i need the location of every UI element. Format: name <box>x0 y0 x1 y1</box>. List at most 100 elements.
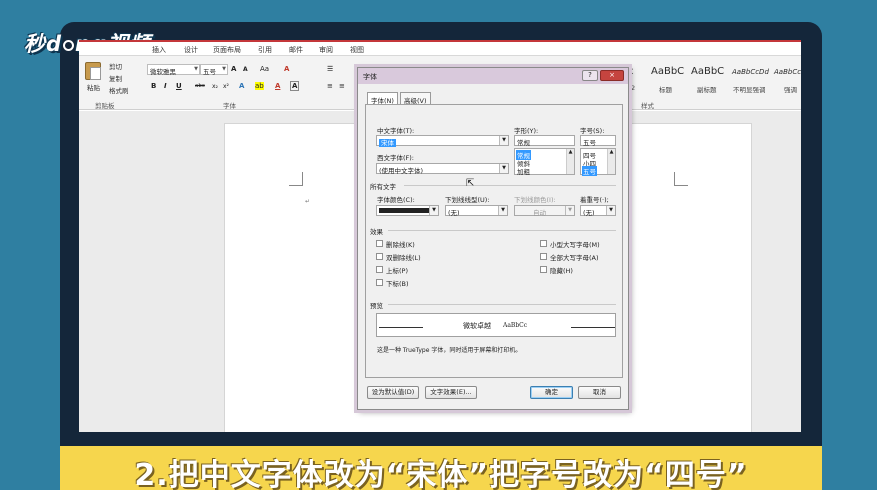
style-subtitle-name: 副标题 <box>697 86 717 94</box>
paste-icon[interactable] <box>85 62 101 80</box>
font-color-swatch <box>379 208 429 213</box>
tab-references[interactable]: 引用 <box>258 45 272 55</box>
mouse-cursor-icon: ⇱ <box>466 178 475 189</box>
tab-mailings[interactable]: 邮件 <box>289 45 303 55</box>
tab-font[interactable]: 字体(N) <box>367 92 398 105</box>
grow-font-button[interactable]: A <box>231 65 236 73</box>
style-subtle-emphasis-sample[interactable]: AaBbCcDd <box>732 68 769 76</box>
font-color-label: 字体颜色(C): <box>377 196 415 204</box>
align-left-icon[interactable]: ≡ <box>327 82 333 90</box>
char-border-button[interactable]: A <box>290 81 300 91</box>
preview-divider <box>388 304 616 305</box>
font-name-combo[interactable]: 微软雅黑 ▼ <box>147 64 200 76</box>
preview-line-right <box>571 327 615 328</box>
small-caps-label: 小型大写字母(M) <box>550 241 600 249</box>
size-option-5[interactable]: 五号 <box>582 166 597 176</box>
hidden-checkbox[interactable] <box>540 266 547 273</box>
small-caps-checkbox[interactable] <box>540 240 547 247</box>
bold-button[interactable]: B <box>151 82 156 90</box>
dialog-titlebar: 字体 ? × <box>358 68 628 84</box>
effects-heading: 效果 <box>370 228 383 236</box>
copy-button[interactable]: 复制 <box>109 73 122 83</box>
caption-bar: 2.把中文字体改为“宋体”把字号改为“四号” <box>60 446 822 490</box>
strikethrough-button[interactable]: abc <box>195 83 205 89</box>
underline-button[interactable]: U <box>176 82 182 90</box>
strikethrough-checkbox[interactable] <box>376 240 383 247</box>
superscript-checkbox[interactable] <box>376 266 383 273</box>
font-size-combo[interactable]: 五号 ▼ <box>200 64 228 76</box>
style-heading-sample[interactable]: AaBbC <box>651 66 684 77</box>
ribbon-tab-bar: 插入 设计 页面布局 引用 邮件 审阅 视图 <box>79 40 801 56</box>
style-option-bold[interactable]: 加粗 <box>517 166 530 176</box>
change-case-button[interactable]: Aa <box>260 65 269 73</box>
tab-advanced[interactable]: 高级(V) <box>400 92 431 105</box>
style-subtitle-sample[interactable]: AaBbC <box>691 66 724 77</box>
underline-color-label: 下划线颜色(I): <box>514 196 556 204</box>
cancel-button[interactable]: 取消 <box>578 386 621 399</box>
size-input[interactable]: 五号 <box>580 135 616 147</box>
west-font-combo[interactable]: (使用中文字体) ▼ <box>376 163 509 175</box>
preview-line-left <box>379 327 423 328</box>
all-text-heading: 所有文字 <box>370 183 396 191</box>
tab-layout[interactable]: 页面布局 <box>213 45 241 55</box>
emphasis-combo[interactable]: (无) ▼ <box>580 205 616 217</box>
clear-format-button[interactable]: A <box>284 65 289 73</box>
caption-text: 2.把中文字体改为“宋体”把字号改为“四号” <box>134 458 748 490</box>
ok-button[interactable]: 确定 <box>530 386 573 399</box>
align-center-icon[interactable]: ≡ <box>339 82 345 90</box>
tab-view[interactable]: 视图 <box>350 45 364 55</box>
all-caps-checkbox[interactable] <box>540 253 547 260</box>
format-painter-button[interactable]: 格式刷 <box>109 85 129 95</box>
bullets-icon[interactable]: ☰ <box>327 65 333 73</box>
font-tab-panel: 中文字体(T): 宋体 ▼ 字形(Y): 常规 常规 倾斜 加粗 ▲ 字号(S):… <box>365 104 623 378</box>
style-list[interactable]: 常规 倾斜 加粗 ▲ <box>514 148 575 176</box>
underline-style-combo[interactable]: (无) ▼ <box>445 205 508 217</box>
style-name-prefix: 2 <box>631 84 636 92</box>
cn-font-combo[interactable]: 宋体 ▼ <box>376 135 509 147</box>
size-label: 字号(S): <box>580 127 605 135</box>
double-strikethrough-checkbox[interactable] <box>376 253 383 260</box>
style-label: 字形(Y): <box>514 127 539 135</box>
help-button[interactable]: ? <box>582 70 598 81</box>
margin-corner-tl <box>289 172 303 186</box>
shrink-font-button[interactable]: A <box>243 66 248 73</box>
font-color-button[interactable]: A <box>275 82 280 90</box>
style-list-scrollbar[interactable]: ▲ <box>566 149 574 174</box>
close-button[interactable]: × <box>600 70 624 81</box>
subscript-checkbox[interactable] <box>376 279 383 286</box>
cn-font-label: 中文字体(T): <box>377 127 415 135</box>
underline-style-label: 下划线线型(U): <box>445 196 490 204</box>
superscript-button[interactable]: x² <box>223 83 229 90</box>
highlight-button[interactable]: ab <box>255 82 264 90</box>
underline-color-combo[interactable]: 自动 ▼ <box>514 205 575 217</box>
style-emphasis-sample[interactable]: AaBbCcI <box>774 68 801 76</box>
text-effects-dialog-button[interactable]: 文字效果(E)... <box>425 386 477 399</box>
tab-review[interactable]: 审阅 <box>319 45 333 55</box>
west-font-label: 西文字体(F): <box>377 154 415 162</box>
size-list-scrollbar[interactable]: ▲ <box>607 149 615 174</box>
tab-insert[interactable]: 插入 <box>152 45 166 55</box>
subscript-button[interactable]: x₂ <box>212 83 218 90</box>
dialog-title: 字体 <box>363 73 377 81</box>
font-note: 这是一种 TrueType 字体，同时适用于屏幕和打印机。 <box>377 347 522 354</box>
text-effects-button[interactable]: A <box>239 82 244 90</box>
style-input[interactable]: 常规 <box>514 135 575 147</box>
cut-button[interactable]: 剪切 <box>109 61 122 71</box>
all-text-divider <box>404 185 616 186</box>
superscript-label: 上标(P) <box>386 267 408 275</box>
paste-button[interactable]: 粘贴 <box>87 82 100 92</box>
style-heading-name: 标题 <box>659 86 672 94</box>
subscript-label: 下标(B) <box>386 280 409 288</box>
emphasis-label: 着重号(·); <box>580 196 609 204</box>
styles-group-label: 样式 <box>641 102 654 110</box>
preview-box: 微软卓越 AaBbCc <box>376 313 616 337</box>
font-color-combo[interactable]: ▼ <box>376 205 439 216</box>
tab-design[interactable]: 设计 <box>184 45 198 55</box>
style-emphasis-name: 强调 <box>784 86 797 94</box>
double-strikethrough-label: 双删除线(L) <box>386 254 421 262</box>
italic-button[interactable]: I <box>164 82 167 90</box>
paragraph-mark: ↵ <box>305 198 311 205</box>
size-list[interactable]: 四号 小四 五号 ▲ <box>580 148 616 176</box>
set-default-button[interactable]: 设为默认值(D) <box>367 386 419 399</box>
all-caps-label: 全部大写字母(A) <box>550 254 599 262</box>
